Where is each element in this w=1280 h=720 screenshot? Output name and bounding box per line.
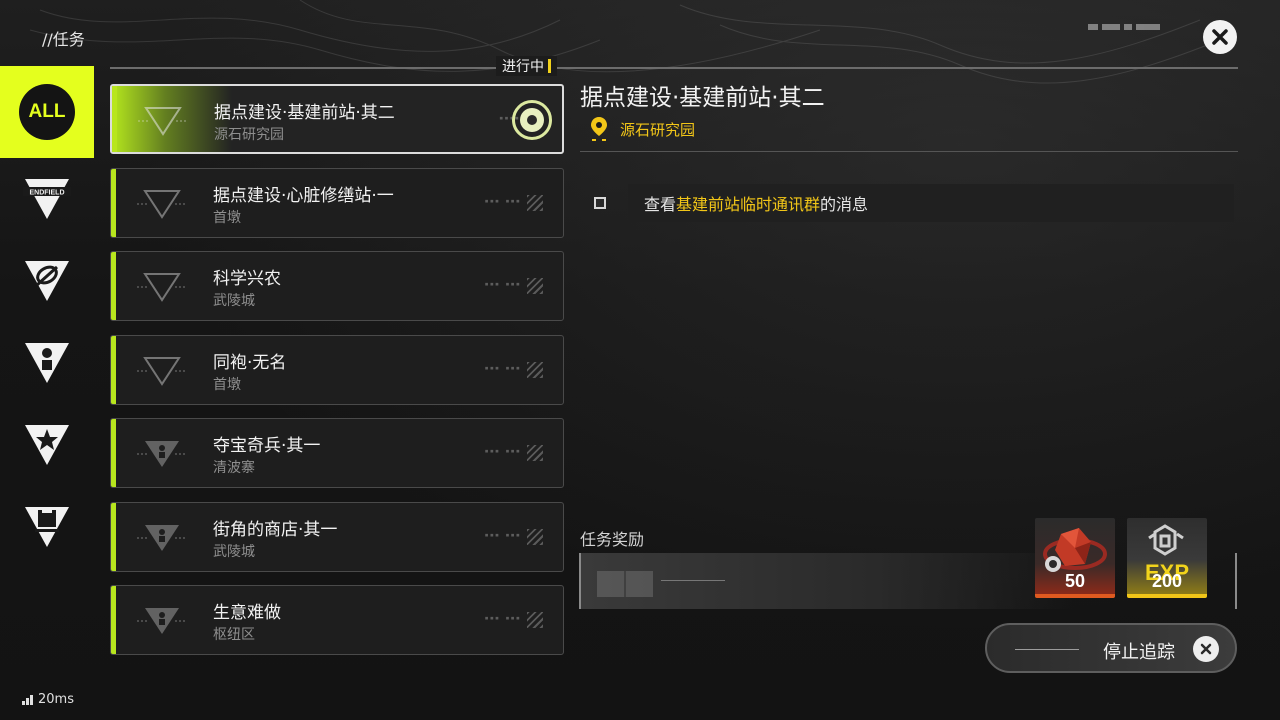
hatch-decoration (527, 194, 543, 211)
objective-highlight: 基建前站临时通讯群 (676, 195, 821, 214)
quest-type-icon (138, 107, 188, 136)
person-icon (25, 343, 69, 383)
ghost-crate-icon (597, 571, 653, 597)
objective-prefix: 查看 (644, 195, 677, 214)
endfield-icon: ENDFIELD (23, 179, 71, 219)
page-title: //任务 (42, 30, 85, 49)
star-icon (25, 425, 69, 465)
hatch-decoration (527, 361, 543, 378)
quest-code-decoration: ▪▪▪ ▪▪▪ (484, 530, 521, 539)
tracking-target-icon[interactable] (512, 100, 552, 140)
rewards-label: 任务奖励 (580, 530, 645, 549)
quest-item[interactable]: 夺宝奇兵·其一 清波寨 ▪▪▪ ▪▪▪ (110, 418, 564, 488)
bracket-mark (548, 59, 551, 73)
quest-name: 夺宝奇兵·其一 (213, 436, 321, 456)
quest-item[interactable]: 同袍·无名 首墩 ▪▪▪ ▪▪▪ (110, 334, 564, 405)
quest-item[interactable]: 生意难做 枢纽区 ▪▪▪ ▪▪▪ (110, 585, 564, 655)
quest-type-icon (137, 524, 187, 551)
quest-name: 街角的商店·其一 (213, 519, 338, 540)
all-badge: ALL (19, 84, 75, 140)
quest-code-decoration: ▪▪▪ ▪▪▪ (484, 447, 521, 455)
quest-location: 武陵城 (213, 293, 255, 309)
reward-item-originium[interactable]: 50 (1035, 518, 1115, 598)
quest-list: 据点建设·基建前站·其二 源石研究园 ▪▪▪▪ 据点建设·心脏修缮站·一 首墩 … (110, 84, 564, 669)
location-pin-icon (591, 117, 607, 141)
quest-item[interactable]: 据点建设·基建前站·其二 源石研究园 ▪▪▪▪ (110, 84, 564, 154)
quest-name: 同袍·无名 (213, 352, 287, 373)
rewards-bar-end (1235, 553, 1237, 609)
pen-nib-icon (25, 261, 69, 301)
quest-location: 武陵城 (213, 543, 255, 560)
quest-code-decoration: ▪▪▪ ▪▪▪ (484, 363, 521, 372)
quest-code-decoration: ▪▪▪ ▪▪▪ (484, 614, 521, 622)
ping-text: 20ms (38, 692, 74, 707)
category-event[interactable] (0, 404, 94, 486)
stop-tracking-label: 停止追踪 (1103, 642, 1175, 663)
quest-accent-bar (111, 335, 116, 404)
quest-type-icon (137, 273, 187, 302)
building-icon (25, 507, 69, 547)
close-button[interactable] (1203, 20, 1237, 54)
detail-divider (580, 151, 1238, 152)
quest-location: 清波寨 (213, 460, 255, 476)
quest-type-icon (137, 441, 187, 467)
category-character[interactable] (0, 322, 94, 404)
hatch-decoration (527, 612, 543, 628)
quest-accent-bar (111, 502, 116, 571)
rewards-arrow-line (661, 580, 725, 581)
quest-location: 首墩 (213, 376, 241, 393)
quest-name: 据点建设·基建前站·其二 (214, 103, 395, 123)
category-endfield[interactable]: ENDFIELD (0, 158, 94, 240)
quest-accent-bar (111, 586, 116, 654)
button-decoration-line (1015, 649, 1079, 650)
network-ping: 20ms (22, 692, 74, 707)
quest-type-icon (137, 356, 187, 386)
quest-location: 枢纽区 (213, 627, 255, 643)
quest-detail-title: 据点建设·基建前站·其二 (580, 85, 825, 111)
quest-accent-bar (112, 86, 117, 152)
close-icon (1212, 29, 1228, 45)
quest-name: 生意难做 (213, 603, 281, 623)
stop-tracking-button[interactable]: 停止追踪 (985, 623, 1237, 673)
quest-name: 据点建设·心脏修缮站·一 (213, 185, 394, 206)
header-divider (110, 67, 1238, 69)
signal-icon (22, 694, 33, 705)
reward-quantity: 50 (1064, 571, 1086, 591)
reward-item-exp[interactable]: EXP 200 (1127, 518, 1207, 598)
category-sidebar: ALL ENDFIELD (0, 66, 94, 686)
quest-code-decoration: ▪▪▪ ▪▪▪ (484, 280, 521, 288)
quest-location: 首墩 (213, 209, 241, 226)
quest-type-icon (137, 189, 187, 219)
status-label-text: 进行中 (502, 59, 544, 75)
quest-accent-bar (111, 168, 116, 237)
quest-detail-location: 源石研究园 (590, 116, 695, 142)
quest-accent-bar (111, 252, 116, 320)
quest-location: 源石研究园 (214, 127, 284, 143)
header-decoration (1088, 24, 1160, 30)
objective-checkbox (594, 197, 606, 209)
quest-type-icon (137, 608, 187, 634)
quest-item[interactable]: 街角的商店·其一 武陵城 ▪▪▪ ▪▪▪ (110, 501, 564, 572)
hatch-decoration (527, 528, 543, 545)
svg-text:ENDFIELD: ENDFIELD (30, 190, 65, 197)
quest-code-decoration: ▪▪▪ ▪▪▪ (484, 196, 521, 205)
close-circle-icon (1193, 636, 1219, 662)
status-filter-label: 进行中 (496, 56, 557, 76)
quest-item[interactable]: 据点建设·心脏修缮站·一 首墩 ▪▪▪ ▪▪▪ (110, 167, 564, 238)
location-text: 源石研究园 (620, 120, 696, 139)
objective-bar: 查看 基建前站临时通讯群 的消息 (628, 184, 1234, 222)
quest-accent-bar (111, 419, 116, 487)
quest-name: 科学兴农 (213, 269, 281, 289)
hatch-decoration (527, 278, 543, 294)
category-all[interactable]: ALL (0, 66, 94, 158)
objective-suffix: 的消息 (820, 195, 869, 214)
category-main-story[interactable] (0, 240, 94, 322)
quest-item[interactable]: 科学兴农 武陵城 ▪▪▪ ▪▪▪ (110, 251, 564, 321)
hatch-decoration (527, 445, 543, 461)
category-outpost[interactable] (0, 486, 94, 568)
quest-objective: 查看 基建前站临时通讯群 的消息 (590, 184, 1234, 222)
reward-quantity: 200 (1151, 571, 1183, 591)
